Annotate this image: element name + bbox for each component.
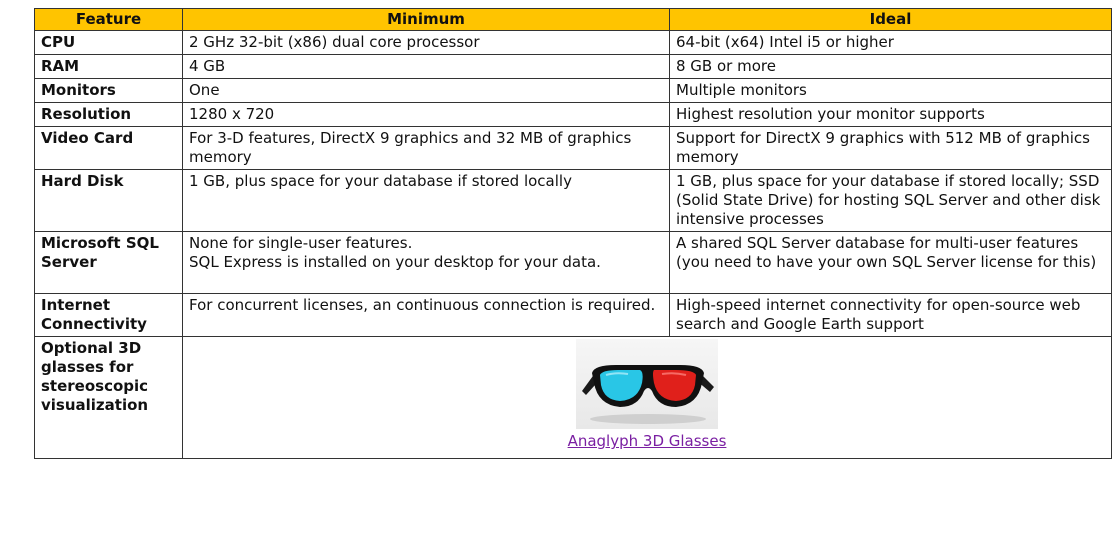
minimum-line: None for single-user features. — [189, 234, 413, 252]
minimum-cell: 1280 x 720 — [182, 102, 670, 127]
minimum-line: SQL Express is installed on your desktop… — [189, 253, 601, 271]
table-row: Video Card For 3-D features, DirectX 9 g… — [34, 126, 1112, 170]
ideal-cell: 8 GB or more — [669, 54, 1112, 79]
table-row: Microsoft SQL Server None for single-use… — [34, 231, 1112, 294]
table-row: Internet Connectivity For concurrent lic… — [34, 293, 1112, 337]
anaglyph-3d-glasses-image[interactable] — [576, 339, 718, 429]
table-row: Optional 3D glasses for stereoscopic vis… — [34, 336, 1112, 459]
table-row: CPU 2 GHz 32-bit (x86) dual core process… — [34, 30, 1112, 55]
feature-cell: RAM — [34, 54, 183, 79]
ideal-cell: High-speed internet connectivity for ope… — [669, 293, 1112, 337]
minimum-cell: 4 GB — [182, 54, 670, 79]
ideal-cell: Multiple monitors — [669, 78, 1112, 103]
minimum-cell: One — [182, 78, 670, 103]
header-ideal: Ideal — [669, 8, 1112, 31]
minimum-cell: For concurrent licenses, an continuous c… — [182, 293, 670, 337]
header-minimum: Minimum — [182, 8, 670, 31]
table-row: Monitors One Multiple monitors — [34, 78, 1112, 103]
feature-cell: Hard Disk — [34, 169, 183, 232]
ideal-cell: 1 GB, plus space for your database if st… — [669, 169, 1112, 232]
feature-cell: Internet Connectivity — [34, 293, 183, 337]
ideal-cell: A shared SQL Server database for multi-u… — [669, 231, 1112, 294]
header-feature: Feature — [34, 8, 183, 31]
feature-cell: Resolution — [34, 102, 183, 127]
minimum-cell: 2 GHz 32-bit (x86) dual core processor — [182, 30, 670, 55]
feature-cell: Optional 3D glasses for stereoscopic vis… — [34, 336, 183, 459]
ideal-cell: Support for DirectX 9 graphics with 512 … — [669, 126, 1112, 170]
feature-cell: Video Card — [34, 126, 183, 170]
feature-cell: Monitors — [34, 78, 183, 103]
table-row: Hard Disk 1 GB, plus space for your data… — [34, 169, 1112, 232]
table-row: Resolution 1280 x 720 Highest resolution… — [34, 102, 1112, 127]
feature-cell: Microsoft SQL Server — [34, 231, 183, 294]
anaglyph-3d-glasses-link[interactable]: Anaglyph 3D Glasses — [568, 432, 727, 451]
ideal-cell: Highest resolution your monitor supports — [669, 102, 1112, 127]
glasses-icon — [582, 365, 714, 424]
minimum-cell: 1 GB, plus space for your database if st… — [182, 169, 670, 232]
ideal-cell: 64-bit (x64) Intel i5 or higher — [669, 30, 1112, 55]
glasses-cell: Anaglyph 3D Glasses — [182, 336, 1112, 459]
table-row: RAM 4 GB 8 GB or more — [34, 54, 1112, 79]
header-row: Feature Minimum Ideal — [34, 8, 1112, 31]
minimum-cell: None for single-user features. SQL Expre… — [182, 231, 670, 294]
feature-cell: CPU — [34, 30, 183, 55]
requirements-table: Feature Minimum Ideal CPU 2 GHz 32-bit (… — [34, 8, 1112, 459]
minimum-cell: For 3-D features, DirectX 9 graphics and… — [182, 126, 670, 170]
page: Feature Minimum Ideal CPU 2 GHz 32-bit (… — [0, 0, 1115, 541]
